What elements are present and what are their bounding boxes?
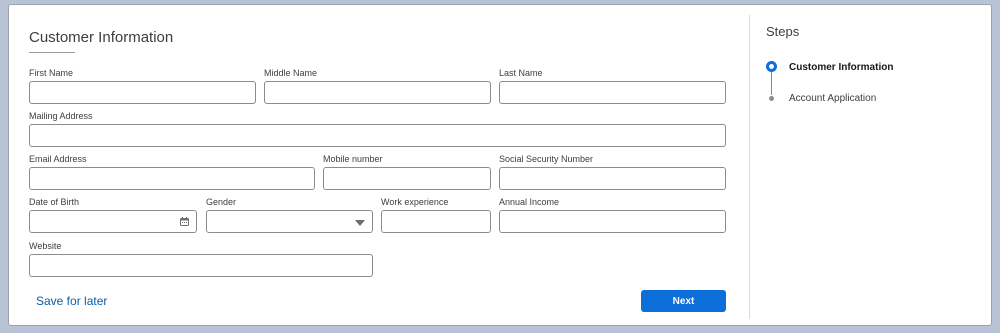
title-underline: [29, 52, 75, 53]
chevron-down-icon: [355, 220, 365, 226]
middle-name-field: Middle Name: [264, 68, 491, 104]
calendar-icon[interactable]: [180, 217, 189, 226]
annual-income-field: Annual Income: [499, 197, 726, 233]
dob-input[interactable]: [29, 210, 197, 233]
dob-label: Date of Birth: [29, 197, 80, 207]
first-name-field: First Name: [29, 68, 256, 104]
annual-income-input[interactable]: [499, 210, 726, 233]
first-name-input[interactable]: [29, 81, 256, 104]
dob-field: Date of Birth: [29, 197, 197, 233]
steps-title: Steps: [766, 24, 800, 39]
ssn-label: Social Security Number: [499, 154, 594, 164]
email-label: Email Address: [29, 154, 87, 164]
gender-field: Gender: [206, 197, 373, 233]
mailing-address-input[interactable]: [29, 124, 726, 147]
form-title: Customer Information: [29, 29, 174, 46]
ssn-field: Social Security Number: [499, 154, 726, 190]
save-for-later-link[interactable]: Save for later: [36, 294, 107, 308]
last-name-field: Last Name: [499, 68, 726, 104]
step-account-application[interactable]: Account Application: [789, 93, 876, 104]
website-input[interactable]: [29, 254, 373, 277]
first-name-label: First Name: [29, 68, 74, 78]
mobile-input[interactable]: [323, 167, 491, 190]
work-experience-label: Work experience: [381, 197, 449, 207]
annual-income-label: Annual Income: [499, 197, 560, 207]
mobile-field: Mobile number: [323, 154, 491, 190]
gender-label: Gender: [206, 197, 237, 207]
steps-panel: Steps Customer Information Account Appli…: [750, 5, 993, 325]
customer-form: Customer Information First Name Middle N…: [9, 5, 749, 325]
work-experience-input[interactable]: [381, 210, 491, 233]
website-label: Website: [29, 241, 62, 251]
mailing-address-label: Mailing Address: [29, 111, 93, 121]
email-input[interactable]: [29, 167, 315, 190]
middle-name-label: Middle Name: [264, 68, 318, 78]
mailing-address-field: Mailing Address: [29, 111, 726, 147]
mobile-label: Mobile number: [323, 154, 383, 164]
step-active-indicator: [766, 61, 777, 72]
ssn-input[interactable]: [499, 167, 726, 190]
last-name-label: Last Name: [499, 68, 543, 78]
next-button[interactable]: Next: [641, 290, 726, 312]
last-name-input[interactable]: [499, 81, 726, 104]
gender-select[interactable]: [206, 210, 373, 233]
middle-name-input[interactable]: [264, 81, 491, 104]
step-connector: [771, 72, 772, 95]
main-card: Customer Information First Name Middle N…: [8, 4, 992, 326]
email-field: Email Address: [29, 154, 315, 190]
step-inactive-indicator: [769, 96, 774, 101]
website-field: Website: [29, 241, 373, 277]
work-experience-field: Work experience: [381, 197, 491, 233]
step-customer-information[interactable]: Customer Information: [789, 62, 893, 73]
